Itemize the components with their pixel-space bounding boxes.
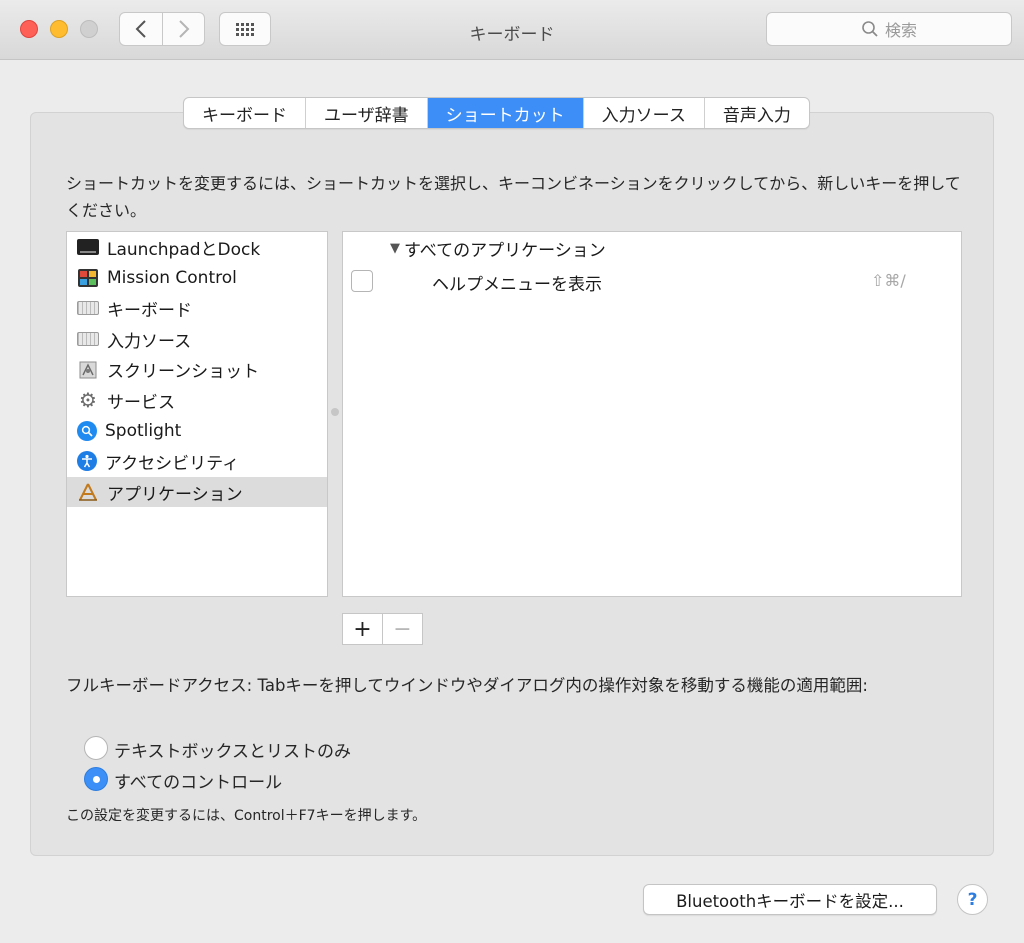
split-view-handle[interactable] <box>331 408 339 416</box>
category-item-services[interactable]: ⚙ サービス <box>67 385 327 416</box>
shortcut-row[interactable]: ヘルプメニューを表示 ⇧⌘/ <box>343 268 961 298</box>
category-label: キーボード <box>107 300 192 321</box>
shortcut-label: ヘルプメニューを表示 <box>432 275 602 295</box>
accessibility-icon <box>77 451 97 472</box>
applications-icon <box>77 482 99 502</box>
tab-bar: キーボード ユーザ辞書 ショートカット 入力ソース 音声入力 <box>183 97 810 129</box>
category-label: アクセシビリティ <box>105 453 240 474</box>
input-source-icon <box>77 329 99 349</box>
radio-all-controls[interactable] <box>84 767 108 791</box>
shortcut-group-label: すべてのアプリケーション <box>404 241 606 261</box>
category-label: アプリケーション <box>107 484 243 505</box>
radio-label-all-controls: すべてのコントロール <box>114 773 283 793</box>
search-placeholder: 検索 <box>884 21 917 40</box>
full-keyboard-access-label: フルキーボードアクセス: Tabキーを押してウインドウやダイアログ内の操作対象を… <box>66 676 868 695</box>
tab-user-dictionary[interactable]: ユーザ辞書 <box>306 98 428 128</box>
category-label: Mission Control <box>107 267 237 288</box>
tab-keyboard[interactable]: キーボード <box>184 98 306 128</box>
shortcut-group-row[interactable]: ▼ すべてのアプリケーション <box>390 236 606 261</box>
shortcut-hint-text: この設定を変更するには、Control＋F7キーを押します。 <box>66 808 427 824</box>
category-label: LaunchpadとDock <box>107 239 261 260</box>
add-button[interactable]: + <box>343 614 382 644</box>
shortcut-keys[interactable]: ⇧⌘/ <box>871 271 906 290</box>
tab-dictation[interactable]: 音声入力 <box>705 98 809 128</box>
title-bar: キーボード 検索 <box>0 0 1024 60</box>
category-label: サービス <box>107 392 175 413</box>
category-list[interactable]: LaunchpadとDock Mission Control キーボード 入力ソ… <box>66 231 328 597</box>
category-item-spotlight[interactable]: Spotlight <box>67 416 327 447</box>
instructions-text: ショートカットを変更するには、ショートカットを選択し、キーコンビネーションをクリ… <box>66 174 961 220</box>
shortcut-enable-checkbox[interactable] <box>351 270 373 292</box>
category-label: 入力ソース <box>107 331 192 352</box>
category-item-mission-control[interactable]: Mission Control <box>67 263 327 294</box>
spotlight-icon <box>77 420 97 441</box>
category-item-screenshots[interactable]: スクリーンショット <box>67 354 327 385</box>
remove-button[interactable]: − <box>382 614 422 644</box>
gear-icon: ⚙ <box>79 388 97 413</box>
tab-shortcuts[interactable]: ショートカット <box>427 98 584 128</box>
help-button[interactable]: ? <box>957 884 988 915</box>
setup-bluetooth-keyboard-button[interactable]: Bluetoothキーボードを設定... <box>643 884 937 915</box>
category-item-accessibility[interactable]: アクセシビリティ <box>67 446 327 477</box>
category-item-applications[interactable]: アプリケーション <box>67 476 327 508</box>
search-field[interactable]: 検索 <box>766 12 1012 46</box>
category-label: スクリーンショット <box>107 362 260 383</box>
category-item-launchpad-dock[interactable]: LaunchpadとDock <box>67 232 327 263</box>
keyboard-icon <box>77 298 99 318</box>
disclosure-triangle-icon[interactable]: ▼ <box>390 241 400 256</box>
shortcut-list[interactable]: ▼ すべてのアプリケーション ヘルプメニューを表示 ⇧⌘/ <box>342 231 962 597</box>
list-edit-buttons: + − <box>342 613 423 645</box>
tab-input-sources[interactable]: 入力ソース <box>584 98 705 128</box>
category-item-keyboard[interactable]: キーボード <box>67 293 327 324</box>
mission-control-icon <box>77 268 99 288</box>
category-item-input-sources[interactable]: 入力ソース <box>67 324 327 355</box>
radio-label-text-boxes-lists: テキストボックスとリストのみ <box>114 742 351 762</box>
category-label: Spotlight <box>105 420 182 441</box>
screenshot-icon <box>77 360 99 380</box>
launchpad-dock-icon <box>77 237 99 257</box>
radio-text-boxes-lists[interactable] <box>84 736 108 760</box>
search-icon <box>862 21 878 37</box>
